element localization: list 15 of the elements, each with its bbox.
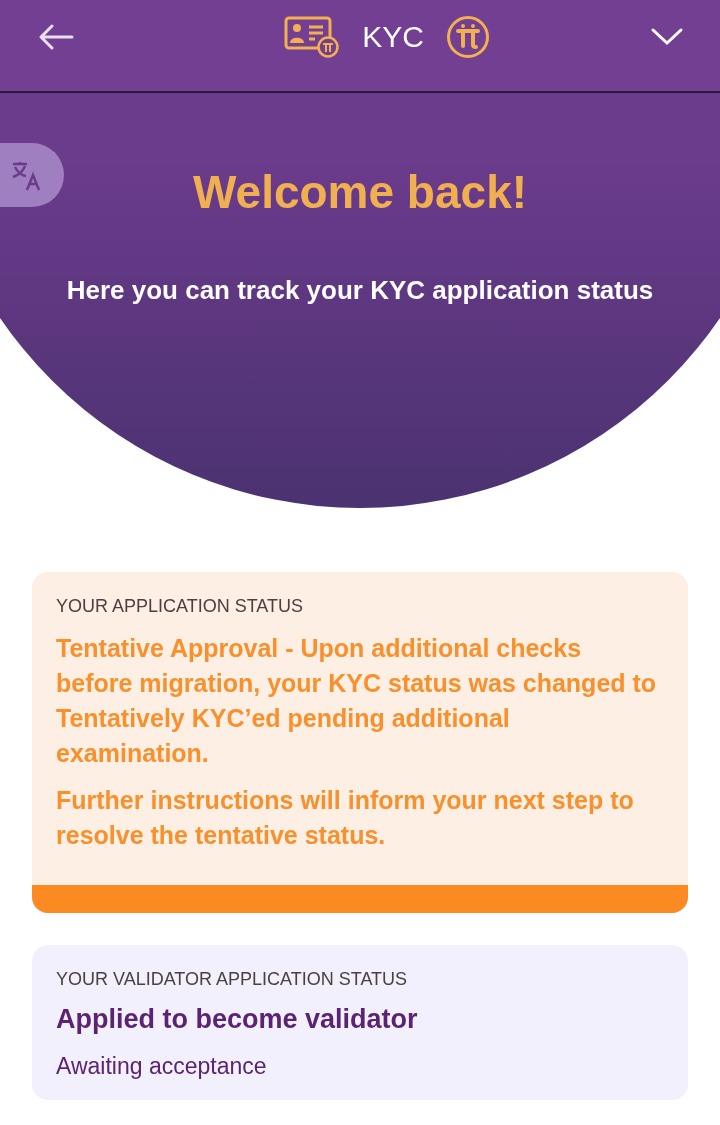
welcome-heading: Welcome back! — [192, 165, 528, 219]
page-title: KYC — [362, 19, 424, 54]
id-card-icon — [284, 15, 341, 58]
translate-button[interactable] — [0, 143, 64, 207]
chevron-down-icon — [650, 26, 684, 47]
card-label: YOUR VALIDATOR APPLICATION STATUS — [56, 969, 409, 990]
card-label: YOUR APPLICATION STATUS — [56, 596, 305, 617]
translate-icon — [10, 159, 42, 191]
status-message: Tentative Approval - Upon additional checks before migration, your KYC status was changed to Tentatively KYC’ed pending additional examination. — [56, 633, 658, 769]
validator-status-detail: Awaiting acceptance — [56, 1053, 268, 1080]
coin-icon — [445, 14, 490, 59]
validator-status-title: Applied to become validator — [56, 1004, 419, 1035]
hero-subtitle: Here you can track your KYC application status — [66, 275, 654, 306]
dropdown-button[interactable] — [650, 26, 684, 47]
status-message: Further instructions will inform your next step to resolve the tentative status. — [56, 785, 635, 851]
